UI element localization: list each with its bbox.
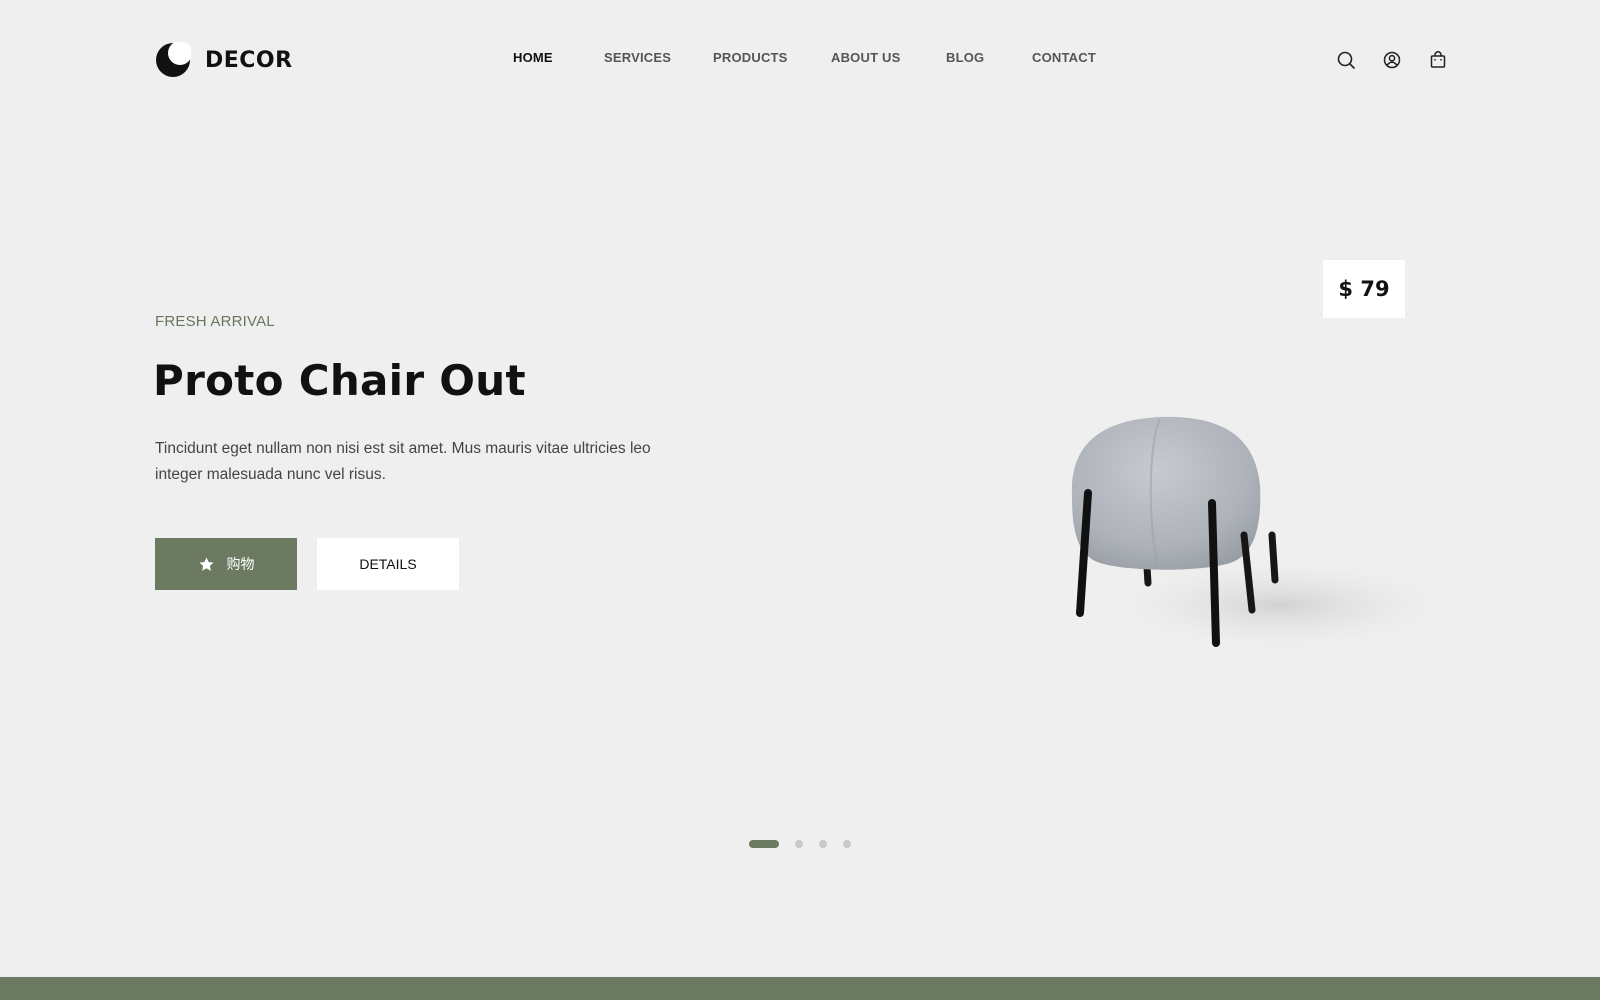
hero-eyebrow: FRESH ARRIVAL — [155, 313, 275, 330]
bottom-accent-bar — [0, 977, 1600, 1000]
star-icon — [199, 557, 213, 571]
slider-pagination — [749, 840, 851, 848]
nav-item-contact[interactable]: CONTACT — [1032, 50, 1096, 65]
slider-dot-3[interactable] — [819, 840, 827, 848]
shop-button[interactable]: 购物 — [155, 538, 297, 590]
nav-item-home[interactable]: HOME — [513, 50, 553, 65]
slider-dot-4[interactable] — [843, 840, 851, 848]
user-icon[interactable] — [1382, 50, 1402, 70]
details-button[interactable]: DETAILS — [317, 538, 459, 590]
site-header: DECOR HOME SERVICES PRODUCTS ABOUT US BL… — [0, 0, 1600, 120]
shopping-bag-icon[interactable] — [1428, 50, 1448, 70]
header-icons — [1336, 50, 1448, 70]
search-icon[interactable] — [1336, 50, 1356, 70]
nav-item-products[interactable]: PRODUCTS — [713, 50, 788, 65]
nav-item-services[interactable]: SERVICES — [604, 50, 671, 65]
hero-description: Tincidunt eget nullam non nisi est sit a… — [155, 440, 651, 483]
nav-item-about-us[interactable]: ABOUT US — [831, 50, 901, 65]
slider-dot-1[interactable] — [749, 840, 779, 848]
price-badge: $ 79 — [1323, 260, 1405, 318]
hero-title: Proto Chair Out — [153, 356, 526, 405]
nav-item-blog[interactable]: BLOG — [946, 50, 984, 65]
slider-dot-2[interactable] — [795, 840, 803, 848]
chair-image — [1030, 405, 1450, 665]
shop-button-label: 购物 — [226, 556, 255, 572]
